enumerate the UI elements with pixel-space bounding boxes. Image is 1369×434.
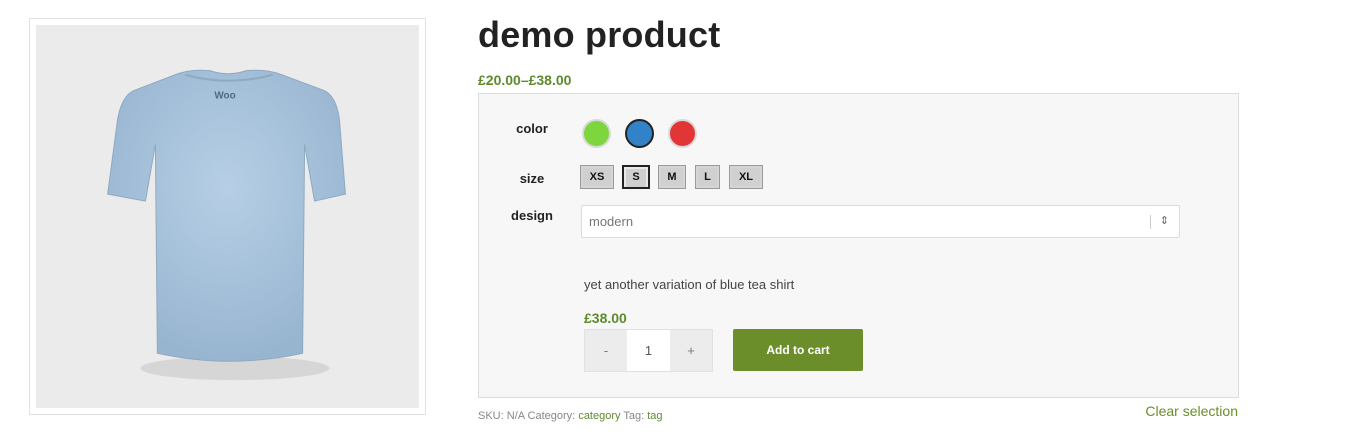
sku-value: N/A [506,410,525,422]
add-to-cart-button[interactable]: Add to cart [733,329,863,371]
size-label: size [519,171,545,186]
product-title: demo product [478,14,721,55]
category-link[interactable]: category [578,410,620,422]
size-l-label: L [698,168,717,186]
price-range: £20.00–£38.00 [478,72,572,88]
swatch-blue[interactable] [625,119,654,148]
tag-link[interactable]: tag [647,410,662,422]
size-m[interactable]: M [658,165,686,189]
select-arrows-icon: ⇕ [1159,215,1169,227]
quantity-minus-button[interactable]: - [585,330,627,371]
size-xl[interactable]: XL [729,165,763,189]
tag-label: Tag: [623,410,645,422]
category-label: Category: [527,410,576,422]
tshirt-logo-text: Woo [214,91,235,102]
quantity-stepper: - 1 + [584,329,713,372]
clear-selection-link[interactable]: Clear selection [1145,403,1238,419]
variation-description: yet another variation of blue tea shirt [584,277,795,292]
design-select[interactable]: modern ⇕ [581,205,1180,238]
tshirt-image: Woo [107,69,346,381]
size-m-label: M [661,168,683,186]
size-l[interactable]: L [695,165,720,189]
size-xs[interactable]: XS [580,165,614,189]
quantity-plus-button[interactable]: + [670,330,712,371]
variations-form: color size XS S M L XL design modern ⇕ y… [478,93,1239,398]
size-xl-label: XL [732,168,760,186]
select-divider [1150,215,1151,229]
swatch-green[interactable] [582,119,611,148]
product-image[interactable]: Woo [36,25,419,408]
size-s[interactable]: S [622,165,650,189]
color-label: color [516,121,548,136]
swatch-red[interactable] [668,119,697,148]
size-s-label: S [626,169,646,187]
product-image-frame: Woo [29,18,426,415]
variation-price: £38.00 [584,310,627,326]
quantity-input[interactable]: 1 [627,330,670,371]
product-meta: SKU: N/A Category: category Tag: tag [478,410,663,422]
size-xs-label: XS [583,168,611,186]
design-selected-value: modern [589,214,634,229]
design-label: design [511,208,553,223]
sku-label: SKU: [478,410,504,422]
